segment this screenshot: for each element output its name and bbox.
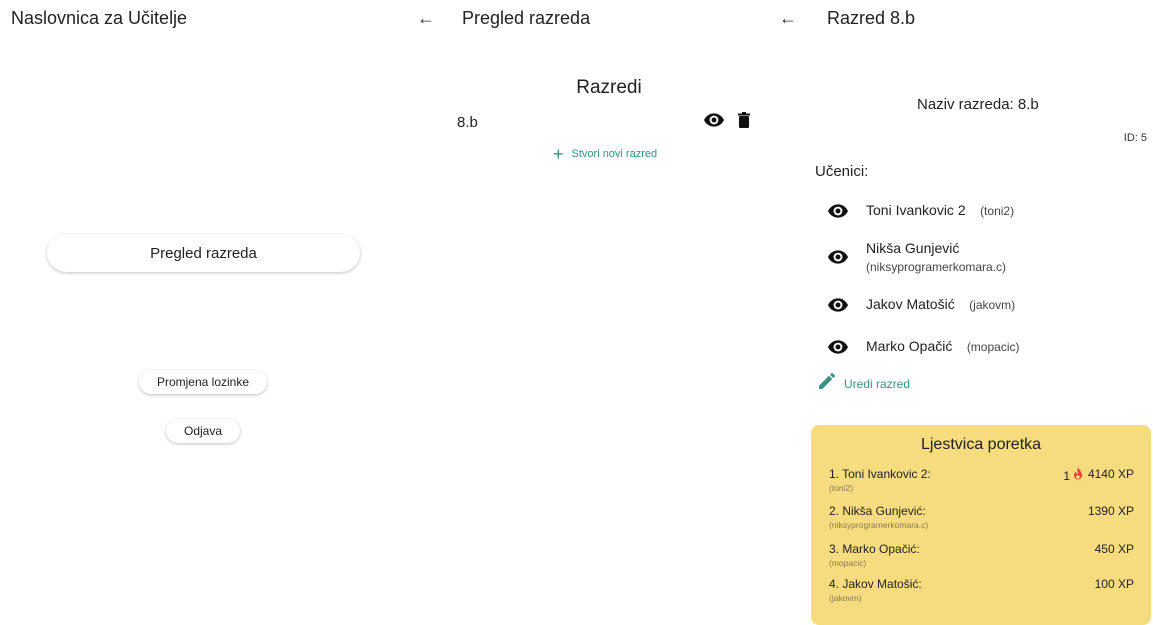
plus-icon: + — [553, 144, 564, 164]
student-username: (jakovm) — [969, 298, 1016, 312]
eye-icon[interactable] — [828, 204, 850, 223]
leaderboard-row: 3. Marko Opačić: (mopacic) 450 XP — [829, 542, 1134, 568]
student-name: Toni Ivankovic 2 — [866, 202, 966, 218]
streak-count: 1 — [1063, 468, 1070, 483]
leaderboard-username: (toni2) — [829, 483, 854, 493]
page-title: Razred 8.b — [827, 8, 916, 28]
leaderboard-username: (niksyprogramerkomara.c) — [829, 520, 929, 530]
leaderboard-xp: 1390 XP — [1087, 504, 1134, 518]
classes-heading: Razredi — [576, 77, 642, 98]
leaderboard-xp: 4140 XP — [1087, 467, 1134, 481]
class-overview-screen: ← Pregled razreda Razredi 8.b + Stvori n… — [405, 0, 775, 615]
leaderboard-name: 3. Marko Opačić: — [829, 542, 920, 556]
back-arrow-icon[interactable]: ← — [779, 8, 797, 29]
students-label: Učenici: — [815, 163, 869, 180]
student-item: Nikša Gunjević (niksyprogramerkomara.c) — [828, 240, 1006, 274]
leaderboard-title: Ljestvica poretka — [920, 436, 1042, 453]
student-name: Jakov Matošić — [866, 296, 955, 312]
trash-icon[interactable] — [738, 111, 750, 133]
edit-class-button[interactable]: Uredi razred — [819, 372, 911, 394]
edit-class-label: Uredi razred — [844, 376, 911, 391]
leaderboard-row: 2. Nikša Gunjević: (niksyprogramerkomara… — [829, 504, 1134, 530]
eye-icon[interactable] — [704, 112, 724, 132]
teacher-home-screen: Naslovnica za Učitelje Pregled razreda P… — [0, 0, 400, 615]
leaderboard-row: 1. Toni Ivankovic 2: (toni2) 1 4140 XP — [829, 467, 1134, 493]
student-username: (toni2) — [980, 204, 1015, 218]
student-username: (mopacic) — [966, 340, 1020, 354]
student-item: Jakov Matošić (jakovm) — [828, 296, 1015, 317]
class-overview-button[interactable]: Pregled razreda — [47, 234, 360, 272]
create-class-label: Stvori novi razred — [571, 148, 658, 160]
back-arrow-icon[interactable]: ← — [417, 8, 435, 29]
class-list-item: 8.b — [457, 111, 750, 133]
student-item: Marko Opačić (mopacic) — [828, 338, 1020, 359]
leaderboard-username: (jakovm) — [829, 593, 862, 603]
change-password-button[interactable]: Promjena lozinke — [139, 370, 267, 394]
leaderboard-card: Ljestvica poretka 1. Toni Ivankovic 2: (… — [811, 425, 1151, 625]
student-name: Marko Opačić — [866, 338, 953, 354]
eye-icon[interactable] — [828, 250, 850, 269]
fire-icon — [1072, 467, 1084, 484]
page-title: Naslovnica za Učitelje — [11, 8, 188, 28]
eye-icon[interactable] — [828, 298, 850, 317]
leaderboard-name: 4. Jakov Matošić: — [829, 577, 922, 591]
student-name: Nikša Gunjević — [866, 240, 960, 256]
pencil-icon — [819, 372, 836, 394]
page-title: Pregled razreda — [462, 8, 591, 28]
streak-badge: 1 — [1063, 467, 1084, 484]
leaderboard-username: (mopacic) — [829, 558, 867, 568]
leaderboard-xp: 450 XP — [1094, 542, 1134, 556]
student-username: (niksyprogramerkomara.c) — [866, 260, 1007, 274]
class-detail-screen: ← Razred 8.b Naziv razreda: 8.b ID: 5 Uč… — [775, 0, 1153, 625]
class-name-label: Naziv razreda: 8.b — [917, 96, 1039, 113]
leaderboard-row: 4. Jakov Matošić: (jakovm) 100 XP — [829, 577, 1134, 603]
leaderboard-xp: 100 XP — [1094, 577, 1134, 591]
class-id-label: ID: 5 — [1123, 132, 1147, 144]
class-name: 8.b — [457, 113, 478, 131]
create-class-button[interactable]: + Stvori novi razred — [553, 144, 658, 164]
eye-icon[interactable] — [828, 340, 850, 359]
logout-button[interactable]: Odjava — [166, 419, 240, 443]
student-item: Toni Ivankovic 2 (toni2) — [828, 202, 1014, 223]
